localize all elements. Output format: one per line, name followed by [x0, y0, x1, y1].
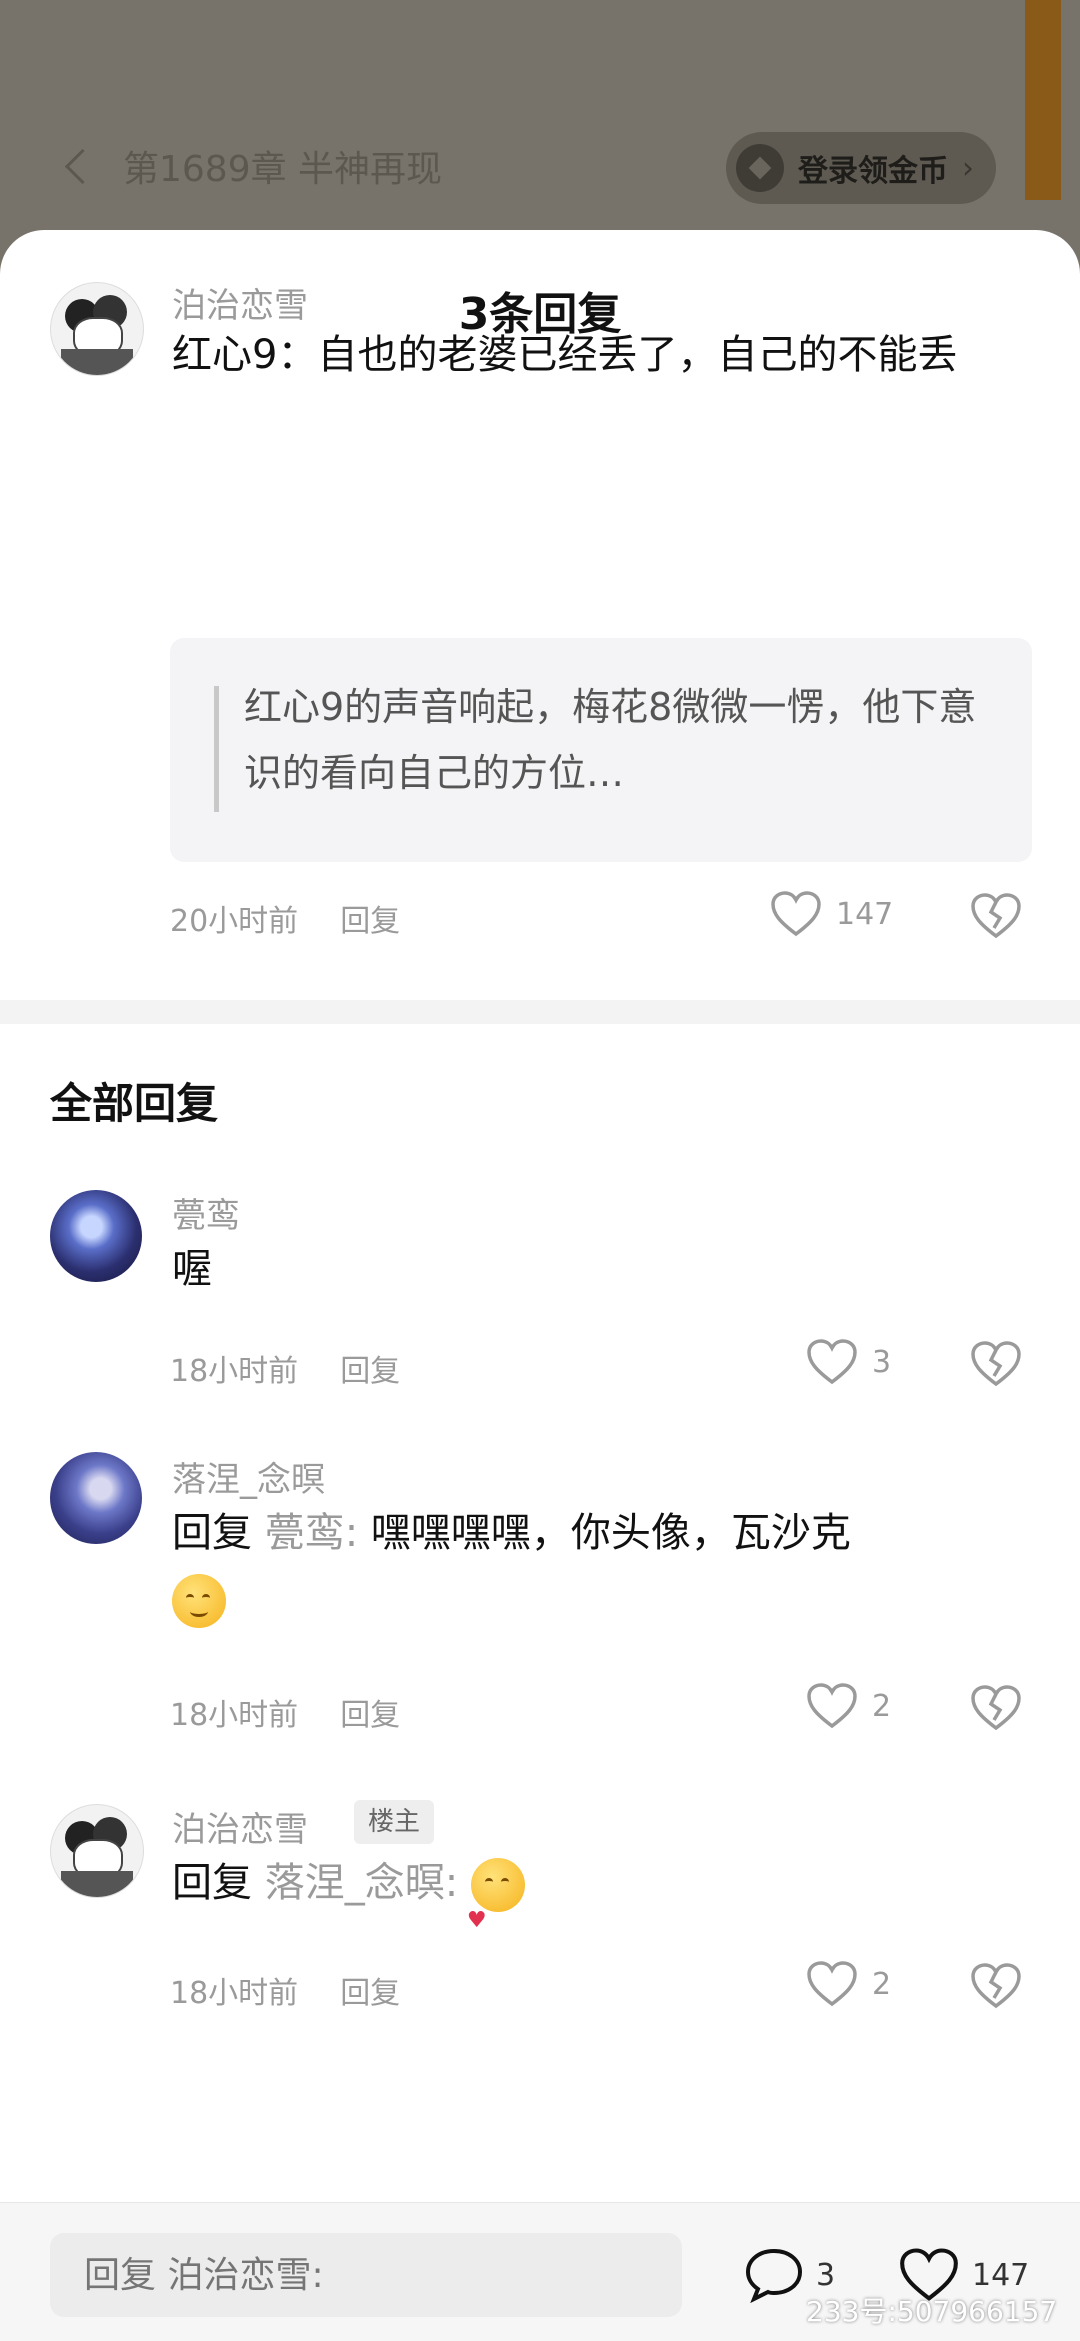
back-arrow-icon [64, 148, 101, 184]
chapter-nav[interactable]: 第1689章 半神再现 [64, 140, 443, 192]
chapter-title: 第1689章 半神再现 [123, 149, 443, 190]
heart-icon [771, 891, 821, 937]
like-button[interactable]: 2 [806, 1682, 891, 1730]
reply-username[interactable]: 泊治恋雪 [172, 1802, 308, 1851]
comment-username[interactable]: 泊治恋雪 [172, 278, 308, 327]
like-button[interactable]: 2 [806, 1960, 891, 2008]
coin-label: 登录领金币 [798, 154, 948, 189]
reply-username[interactable]: 落涅_念暝 [172, 1452, 325, 1501]
like-button[interactable]: 147 [770, 890, 893, 938]
quote-text: 红心9的声音响起，梅花8微微一愣，他下意识的看向自己的方位… [244, 685, 977, 795]
dislike-broken-heart-icon[interactable] [970, 892, 1022, 940]
heart-icon [807, 1683, 857, 1729]
watermark: 233号:507966157 [806, 2295, 1058, 2328]
reply-body: 嘿嘿嘿嘿，你头像，瓦沙克 [370, 1510, 851, 1556]
reply-sheet: 3条回复 泊治恋雪 红心9：自也的老婆已经丢了，自己的不能丢 红心9的声音响起，… [0, 230, 1080, 2340]
reply-meta: 18小时前 回复 [170, 1690, 400, 1734]
reply-text: 回复 落涅_念暝: ♥ [172, 1850, 525, 1933]
reply-time: 18小时前 [170, 1976, 299, 2011]
dislike-broken-heart-icon[interactable] [970, 1340, 1022, 1388]
reply-input[interactable] [50, 2233, 682, 2317]
chevron-right-icon: › [962, 150, 974, 186]
reply-time: 18小时前 [170, 1698, 299, 1733]
dislike-broken-heart-icon[interactable] [970, 1962, 1022, 2010]
reader-header-dimmed [0, 0, 1080, 260]
avatar[interactable] [50, 1804, 144, 1898]
heart-icon [807, 1339, 857, 1385]
coin-icon [736, 144, 784, 192]
like-count: 2 [872, 1966, 892, 2002]
comment-text: 红心9：自也的老婆已经丢了，自己的不能丢 [172, 332, 958, 378]
comment-bubble-icon [745, 2248, 803, 2303]
kiss-emoji-icon: ♥ [467, 1858, 525, 1933]
reply-text: 喔 [172, 1246, 212, 1292]
reply-to-user[interactable]: 落涅_念暝: [265, 1860, 458, 1906]
like-button[interactable]: 3 [806, 1338, 891, 1386]
avatar[interactable] [50, 282, 144, 376]
reply-text: 回复 甍鸾: 嘿嘿嘿嘿，你头像，瓦沙克 [172, 1500, 1032, 1632]
like-count: 2 [872, 1688, 892, 1724]
reply-meta: 18小时前 回复 [170, 1968, 400, 2012]
reply-username[interactable]: 甍鸾 [172, 1188, 240, 1237]
like-total-count: 147 [972, 2257, 1030, 2293]
login-coin-button[interactable]: 登录领金币 › [726, 132, 996, 204]
comment-meta: 20小时前 回复 [170, 896, 400, 940]
heart-icon [807, 1961, 857, 2007]
avatar[interactable] [50, 1452, 142, 1544]
avatar[interactable] [50, 1190, 142, 1282]
reply-prefix: 回复 [172, 1510, 252, 1556]
like-count: 147 [836, 896, 894, 932]
reply-link[interactable]: 回复 [340, 896, 400, 940]
host-badge: 楼主 [354, 1800, 435, 1844]
comment-time: 20小时前 [170, 904, 299, 939]
reply-link[interactable]: 回复 [340, 1968, 400, 2012]
dislike-broken-heart-icon[interactable] [970, 1684, 1022, 1732]
section-divider [0, 1000, 1080, 1024]
bookmark-ribbon [1025, 0, 1061, 200]
like-count: 3 [872, 1344, 892, 1380]
reply-prefix: 回复 [172, 1860, 252, 1906]
reply-time: 18小时前 [170, 1354, 299, 1389]
quoted-passage[interactable]: 红心9的声音响起，梅花8微微一愣，他下意识的看向自己的方位… [170, 638, 1032, 862]
reply-link[interactable]: 回复 [340, 1690, 400, 1734]
reply-meta: 18小时前 回复 [170, 1346, 400, 1390]
reply-to-user[interactable]: 甍鸾: [265, 1510, 358, 1556]
comment-count: 3 [816, 2257, 836, 2293]
quote-bar [214, 686, 219, 812]
all-replies-title: 全部回复 [50, 1079, 219, 1128]
reply-link[interactable]: 回复 [340, 1346, 400, 1390]
smirk-emoji-icon [172, 1574, 226, 1628]
